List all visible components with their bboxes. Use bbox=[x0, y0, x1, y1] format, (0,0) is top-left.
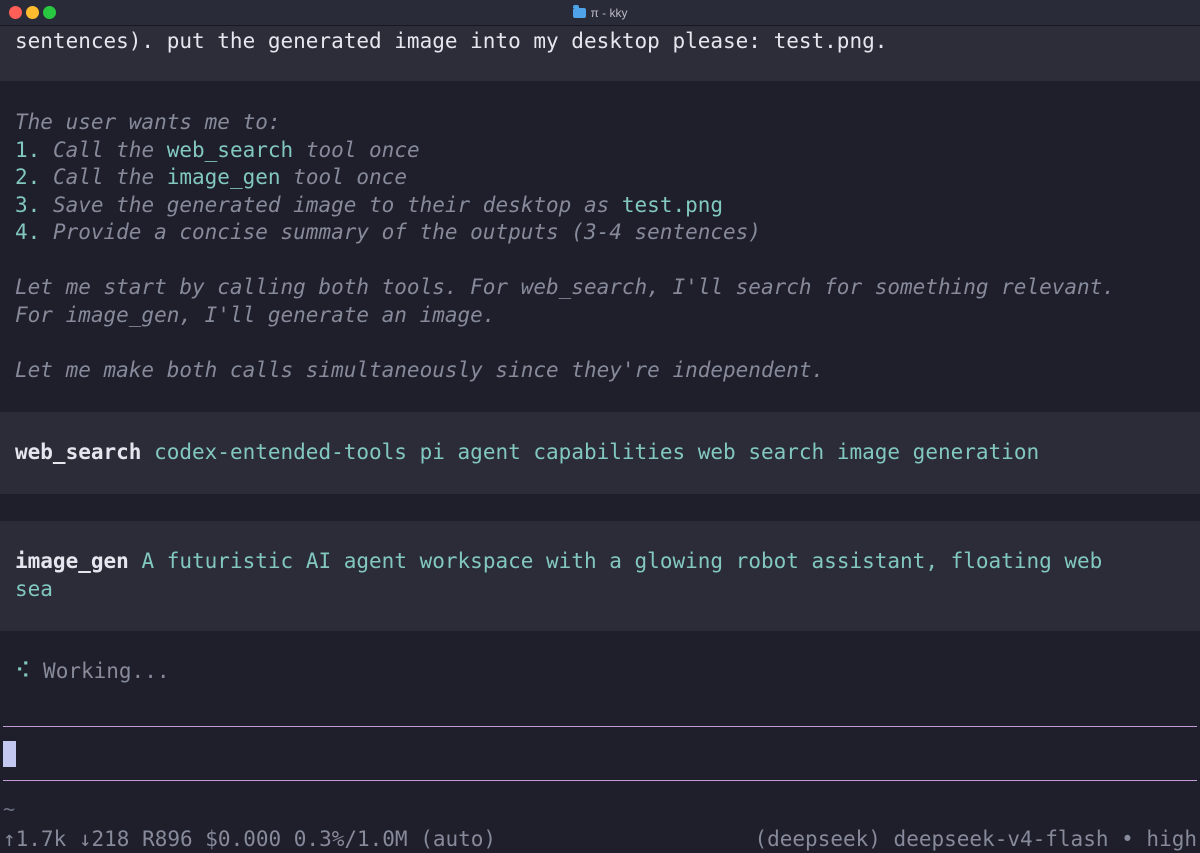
tool-args: sea bbox=[15, 576, 53, 601]
terminal-window: π - kky sentences). put the generated im… bbox=[0, 0, 1200, 853]
step-highlight: web_search bbox=[166, 137, 294, 162]
step-text: tool once bbox=[280, 165, 407, 189]
thinking-step: 1. Call the web_search tool once bbox=[0, 137, 1200, 165]
thinking-paragraph: Let me make both calls simultaneously si… bbox=[15, 357, 825, 382]
tool-call-line: image_gen A futuristic AI agent workspac… bbox=[0, 548, 1200, 576]
step-highlight: test.png bbox=[621, 192, 724, 217]
step-text: tool once bbox=[293, 137, 420, 162]
prompt-tilde: ~ bbox=[3, 797, 16, 821]
thinking-paragraph: Let me start by calling both tools. For … bbox=[15, 275, 1115, 299]
tool-call-line: web_search codex-entended-tools pi agent… bbox=[0, 439, 1200, 467]
step-number: 4. bbox=[15, 220, 41, 244]
usage-stats: ↑1.7k ↓218 R896 $0.000 0.3%/1.0M (auto) bbox=[3, 827, 497, 851]
thinking-intro: The user wants me to: bbox=[15, 110, 281, 134]
step-text: Provide a concise summary of the outputs… bbox=[40, 220, 761, 244]
tool-args: A futuristic AI agent workspace with a g… bbox=[141, 549, 1103, 573]
step-number: 1. bbox=[15, 137, 41, 162]
text-cursor bbox=[3, 741, 16, 767]
working-text: Working... bbox=[43, 659, 170, 683]
step-highlight: image_gen bbox=[166, 165, 281, 189]
thinking-block: The user wants me to: 1. Call the web_se… bbox=[0, 81, 1200, 384]
step-number: 3. bbox=[15, 192, 41, 217]
step-text: Call the bbox=[40, 165, 167, 189]
user-message-text: sentences). put the generated image into… bbox=[15, 29, 888, 53]
tool-call-image-gen: image_gen A futuristic AI agent workspac… bbox=[0, 521, 1200, 631]
thinking-step: 2. Call the image_gen tool once bbox=[0, 164, 1200, 192]
status-footer: ↑1.7k ↓218 R896 $0.000 0.3%/1.0M (auto) … bbox=[3, 825, 1197, 853]
thinking-step: 4. Provide a concise summary of the outp… bbox=[0, 219, 1200, 247]
tool-args: codex-entended-tools pi agent capabiliti… bbox=[154, 440, 1040, 464]
tool-call-line: sea bbox=[0, 576, 1200, 604]
step-text: Save the generated image to their deskto… bbox=[40, 192, 622, 217]
model-indicator: (deepseek) deepseek-v4-flash • high bbox=[754, 827, 1197, 851]
working-status: ⠪ Working... bbox=[0, 658, 1200, 686]
thinking-paragraph: For image_gen, I'll generate an image. bbox=[15, 302, 496, 327]
thinking-step: 3. Save the generated image to their des… bbox=[0, 192, 1200, 220]
window-title: π - kky bbox=[590, 6, 628, 20]
user-message: sentences). put the generated image into… bbox=[0, 26, 1200, 81]
tool-call-web-search: web_search codex-entended-tools pi agent… bbox=[0, 412, 1200, 494]
folder-icon bbox=[572, 5, 586, 18]
step-text: Call the bbox=[40, 137, 167, 162]
title-bar: π - kky bbox=[0, 0, 1200, 26]
step-number: 2. bbox=[15, 165, 41, 189]
tool-name: web_search bbox=[15, 440, 142, 464]
conversation[interactable]: sentences). put the generated image into… bbox=[0, 26, 1200, 686]
window-title-group: π - kky bbox=[0, 0, 1200, 26]
prompt-input[interactable] bbox=[3, 726, 1197, 781]
tool-name: image_gen bbox=[15, 549, 129, 573]
spinner-icon: ⠪ bbox=[15, 659, 31, 683]
